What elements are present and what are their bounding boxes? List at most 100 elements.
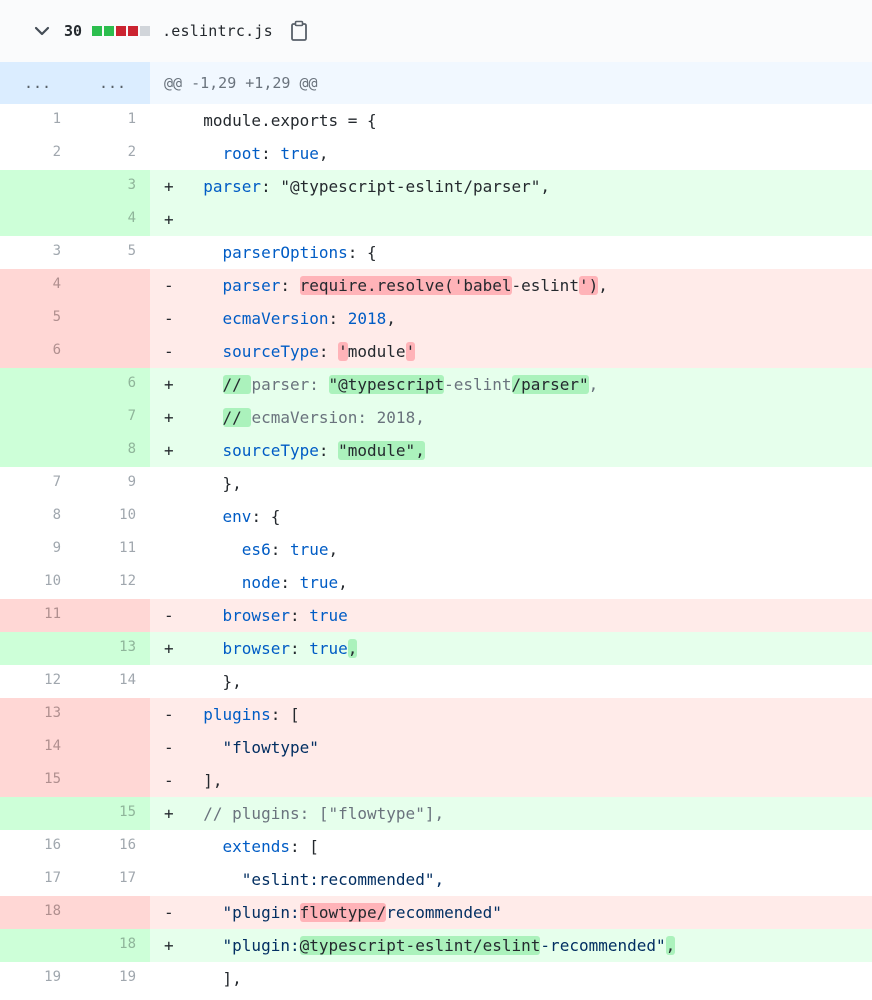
new-line-number[interactable]: 10 <box>75 500 150 533</box>
clipboard-icon[interactable] <box>289 20 309 42</box>
old-line-number[interactable]: 12 <box>0 665 75 698</box>
code-token: -eslint <box>444 375 512 394</box>
code-token: ecmaVersion: 2018, <box>251 408 425 427</box>
new-line-number[interactable]: 11 <box>75 533 150 566</box>
old-line-number[interactable]: 14 <box>0 731 75 764</box>
code-token: : <box>280 276 300 295</box>
old-line-number[interactable]: 11 <box>0 599 75 632</box>
code-line: - ecmaVersion: 2018, <box>150 302 872 335</box>
old-line-number[interactable] <box>0 170 75 203</box>
diff-marker <box>164 665 184 698</box>
new-line-number[interactable] <box>75 269 150 302</box>
new-line-number[interactable]: 2 <box>75 137 150 170</box>
code-line: + // plugins: ["flowtype"], <box>150 797 872 830</box>
new-line-number[interactable]: 8 <box>75 434 150 467</box>
new-line-number[interactable] <box>75 731 150 764</box>
code-token: : <box>318 441 339 460</box>
code-token: ') <box>578 276 599 295</box>
old-line-number[interactable] <box>0 797 75 830</box>
code-token: recommended" <box>386 903 502 922</box>
new-line-number[interactable] <box>75 302 150 335</box>
diff-marker <box>164 863 184 896</box>
code-line: + sourceType: "module", <box>150 434 872 467</box>
hunk-expand-old[interactable]: ... <box>0 62 75 104</box>
old-line-number[interactable]: 18 <box>0 896 75 929</box>
code-token: , <box>347 639 358 658</box>
new-line-number[interactable]: 18 <box>75 929 150 962</box>
new-line-number[interactable]: 16 <box>75 830 150 863</box>
old-line-number[interactable]: 4 <box>0 269 75 302</box>
deleted-line: 18 - "plugin:flowtype/recommended" <box>0 896 872 929</box>
code-line: - "plugin:flowtype/recommended" <box>150 896 872 929</box>
new-line-number[interactable] <box>75 335 150 368</box>
new-line-number[interactable]: 1 <box>75 104 150 137</box>
old-line-number[interactable]: 3 <box>0 236 75 269</box>
old-line-number[interactable] <box>0 929 75 962</box>
code-token: true <box>309 639 348 658</box>
new-line-number[interactable] <box>75 599 150 632</box>
added-line: 15 + // plugins: ["flowtype"], <box>0 797 872 830</box>
file-name[interactable]: .eslintrc.js <box>162 22 273 40</box>
deleted-line: 4 - parser: require.resolve('babel-eslint… <box>0 269 872 302</box>
code-token: module.exports = { <box>203 111 377 130</box>
new-line-number[interactable]: 14 <box>75 665 150 698</box>
old-line-number[interactable]: 16 <box>0 830 75 863</box>
new-line-number[interactable]: 3 <box>75 170 150 203</box>
old-line-number[interactable]: 7 <box>0 467 75 500</box>
diff-marker: - <box>164 771 174 790</box>
code-token: , <box>386 309 396 328</box>
code-token: : { <box>347 243 377 262</box>
new-line-number[interactable] <box>75 698 150 731</box>
old-line-number[interactable] <box>0 368 75 401</box>
old-line-number[interactable]: 9 <box>0 533 75 566</box>
code-token: , <box>328 540 339 559</box>
diffstat-block <box>128 26 139 36</box>
old-line-number[interactable]: 15 <box>0 764 75 797</box>
old-line-number[interactable]: 19 <box>0 962 75 995</box>
chevron-down-icon[interactable] <box>32 21 52 41</box>
old-line-number[interactable] <box>0 203 75 236</box>
diff-marker: + <box>164 210 174 229</box>
new-line-number[interactable]: 12 <box>75 566 150 599</box>
code-token: browser <box>222 639 290 658</box>
new-line-number[interactable]: 17 <box>75 863 150 896</box>
new-line-number[interactable] <box>75 896 150 929</box>
old-line-number[interactable]: 1 <box>0 104 75 137</box>
code-line: - ], <box>150 764 872 797</box>
code-token: true <box>289 540 329 559</box>
new-line-number[interactable]: 5 <box>75 236 150 269</box>
new-line-number[interactable]: 19 <box>75 962 150 995</box>
code-token: }, <box>222 672 242 691</box>
old-line-number[interactable]: 5 <box>0 302 75 335</box>
new-line-number[interactable] <box>75 764 150 797</box>
new-line-number[interactable]: 13 <box>75 632 150 665</box>
old-line-number[interactable]: 8 <box>0 500 75 533</box>
code-token: ], <box>222 969 242 988</box>
new-line-number[interactable]: 9 <box>75 467 150 500</box>
old-line-number[interactable]: 6 <box>0 335 75 368</box>
code-token: , <box>338 573 348 592</box>
new-line-number[interactable]: 4 <box>75 203 150 236</box>
old-line-number[interactable]: 13 <box>0 698 75 731</box>
hunk-expand-new[interactable]: ... <box>75 62 150 104</box>
new-line-number[interactable]: 6 <box>75 368 150 401</box>
old-line-number[interactable]: 2 <box>0 137 75 170</box>
old-line-number[interactable] <box>0 632 75 665</box>
code-line: + parser: "@typescript-eslint/parser", <box>150 170 872 203</box>
new-line-number[interactable]: 7 <box>75 401 150 434</box>
old-line-number[interactable]: 10 <box>0 566 75 599</box>
added-line: 3 + parser: "@typescript-eslint/parser", <box>0 170 872 203</box>
old-line-number[interactable] <box>0 401 75 434</box>
new-line-number[interactable]: 15 <box>75 797 150 830</box>
old-line-number[interactable]: 17 <box>0 863 75 896</box>
code-token: ' <box>405 342 416 361</box>
old-line-number[interactable] <box>0 434 75 467</box>
